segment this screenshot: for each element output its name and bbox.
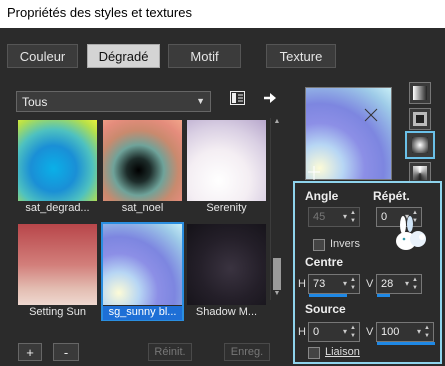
centre-v-slider-bar[interactable] (377, 294, 390, 297)
swatch-label: Serenity (206, 202, 247, 214)
category-dropdown[interactable]: Tous ▼ (16, 91, 211, 112)
window-title-bar: Propriétés des styles et textures (0, 0, 445, 28)
source-h-input[interactable]: 0 ▾ ▲ ▼ (308, 322, 360, 342)
invert-label: Invers (330, 238, 360, 250)
gradient-preview (18, 224, 97, 305)
category-selected: Tous (22, 95, 48, 109)
tab-degrade[interactable]: Dégradé (87, 44, 160, 68)
source-v-label: V (366, 326, 374, 338)
sunburst-gradient-icon (412, 137, 428, 153)
source-label: Source (305, 302, 346, 316)
gradient-swatch[interactable]: Shadow M... (187, 224, 266, 319)
swatch-label: sat_noel (121, 202, 164, 214)
scroll-down-icon[interactable]: ▼ (271, 290, 283, 300)
rectangular-gradient-icon (413, 112, 427, 126)
chevron-down-icon[interactable]: ▾ (405, 279, 409, 288)
link-label: Liaison (325, 346, 360, 358)
chevron-down-icon[interactable]: ▾ (343, 279, 347, 288)
rabbit-mascot-icon (392, 215, 432, 255)
scroll-up-icon[interactable]: ▲ (271, 118, 283, 128)
rectangular-gradient-type-button[interactable] (409, 108, 431, 130)
save-button[interactable]: Enreg. (224, 343, 270, 361)
repeat-label: Répét. (373, 189, 410, 203)
reset-button[interactable]: Réinit. (148, 343, 192, 361)
centre-h-value: 73 (313, 278, 326, 290)
source-v-slider-bar[interactable] (377, 342, 435, 345)
add-button[interactable]: + (18, 343, 42, 361)
spin-arrows-icon[interactable]: ▲ ▼ (422, 324, 432, 340)
linear-gradient-icon (413, 86, 427, 100)
repeat-value: 0 (381, 211, 388, 223)
spin-arrows-icon[interactable]: ▲ ▼ (410, 276, 420, 292)
gradient-preview (187, 224, 266, 305)
angle-label: Angle (305, 189, 339, 203)
radial-gradient-icon (413, 166, 427, 180)
gradient-swatch-selected[interactable]: sg_sunny bl... (101, 222, 184, 321)
centre-h-input[interactable]: 73 ▾ ▲ ▼ (308, 274, 360, 297)
centre-h-slider-bar[interactable] (309, 294, 347, 297)
remove-button[interactable]: - (53, 343, 79, 361)
invert-checkbox[interactable] (313, 239, 325, 251)
centre-v-input[interactable]: 28 ▾ ▲ ▼ (376, 274, 422, 297)
centre-label: Centre (305, 255, 344, 269)
centre-h-label: H (298, 278, 306, 290)
gradient-swatch[interactable]: sat_degrad... (18, 120, 97, 215)
link-checkbox[interactable] (308, 347, 320, 359)
gradient-swatch[interactable]: Serenity (187, 120, 266, 215)
spin-arrows-icon[interactable]: ▲ ▼ (348, 324, 358, 340)
scrollbar-thumb[interactable] (273, 258, 281, 290)
sunburst-gradient-type-button[interactable] (405, 131, 435, 159)
source-v-value: 100 (381, 326, 400, 338)
swatch-label: Shadow M... (195, 306, 258, 318)
gradient-swatch[interactable]: Setting Sun (18, 224, 97, 319)
centre-v-value: 28 (381, 278, 394, 290)
source-v-input[interactable]: 100 ▾ ▲ ▼ (376, 322, 435, 345)
swatch-label: sg_sunny bl... (103, 306, 182, 320)
tab-texture[interactable]: Texture (266, 44, 336, 68)
swatch-label: sat_degrad... (25, 202, 90, 214)
source-h-label: H (298, 326, 306, 338)
centre-v-label: V (366, 278, 374, 290)
tab-couleur[interactable]: Couleur (7, 44, 78, 68)
window-title: Propriétés des styles et textures (7, 5, 192, 20)
tab-motif[interactable]: Motif (168, 44, 241, 68)
spin-arrows-icon[interactable]: ▲ ▼ (348, 276, 358, 292)
linear-gradient-type-button[interactable] (409, 82, 431, 104)
angle-value: 45 (313, 211, 326, 223)
spin-arrows-icon[interactable]: ▲ ▼ (348, 209, 358, 225)
swatch-label: Setting Sun (29, 306, 86, 318)
gallery-scrollbar[interactable]: ▲ ▼ (270, 118, 282, 300)
chevron-down-icon[interactable]: ▾ (417, 327, 421, 336)
chevron-down-icon: ▼ (196, 96, 205, 106)
source-h-value: 0 (313, 326, 320, 338)
gradient-preview (18, 120, 97, 201)
angle-input[interactable]: 45 ▾ ▲ ▼ (308, 207, 360, 227)
chevron-down-icon[interactable]: ▾ (343, 327, 347, 336)
gradient-settings-panel: Angle Répét. 45 ▾ ▲ ▼ 0 ▾ ▲ ▼ Invers Centr… (293, 181, 442, 364)
gradient-swatch[interactable]: sat_noel (103, 120, 182, 215)
chevron-down-icon[interactable]: ▾ (343, 212, 347, 221)
arrow-right-icon[interactable] (262, 90, 278, 106)
gradient-preview (187, 120, 266, 201)
library-icon[interactable] (229, 90, 245, 106)
gradient-preview (103, 120, 182, 201)
gradient-preview (103, 224, 182, 305)
gradient-preview-large[interactable] (305, 87, 392, 180)
